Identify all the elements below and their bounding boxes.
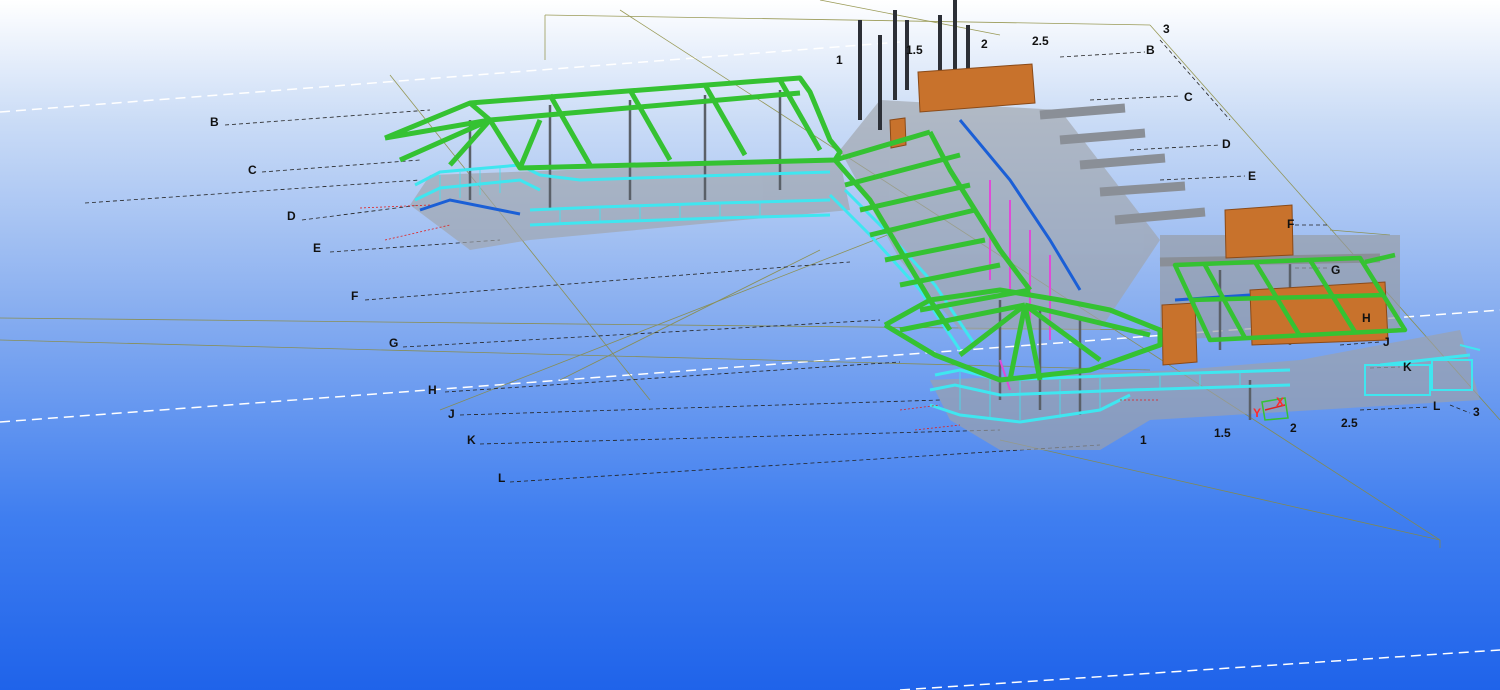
grid-label-bottom-2: 2 [1290,421,1297,435]
grid-label-bottom-2-5: 2.5 [1341,416,1358,430]
grid-label-right-G: G [1331,263,1341,277]
grid-label-right-L: L [1433,399,1441,413]
grid-label-right-E: E [1248,169,1257,183]
grid-label-top-2: 2 [981,37,988,51]
grid-label-left-C: C [248,163,257,177]
grid-label-top-3: 3 [1163,22,1170,36]
grid-label-right-H: H [1362,311,1371,325]
grid-label-left-E: E [313,241,322,255]
grid-label-bottom-3: 3 [1473,405,1480,419]
grid-label-right-D: D [1222,137,1231,151]
grid-label-left-H: H [428,383,437,397]
grid-label-right-F: F [1287,217,1295,231]
grid-label-right-J: J [1383,335,1390,349]
grid-label-left-F: F [351,289,359,303]
grid-label-left-L: L [498,471,506,485]
grid-label-left-K: K [467,433,476,447]
grid-label-left-G: G [389,336,399,350]
grid-label-right-C: C [1184,90,1193,104]
steel-structure-model[interactable] [0,0,1500,690]
grid-label-left-B: B [210,115,219,129]
grid-label-top-1: 1 [836,53,843,67]
grid-label-left-J: J [448,407,455,421]
grid-label-right-B: B [1146,43,1155,57]
grid-label-top-2-5: 2.5 [1032,34,1049,48]
grid-label-bottom-1: 1 [1140,433,1147,447]
axis-label-y: Y [1253,406,1262,420]
axis-label-x: X [1276,395,1285,409]
grid-label-right-K: K [1403,360,1412,374]
grid-label-left-D: D [287,209,296,223]
grid-label-top-1-5: 1.5 [906,43,923,57]
grid-label-bottom-1-5: 1.5 [1214,426,1231,440]
model-3d-viewport[interactable]: B C D E F G H J K L B C D E F G H J K L … [0,0,1500,690]
